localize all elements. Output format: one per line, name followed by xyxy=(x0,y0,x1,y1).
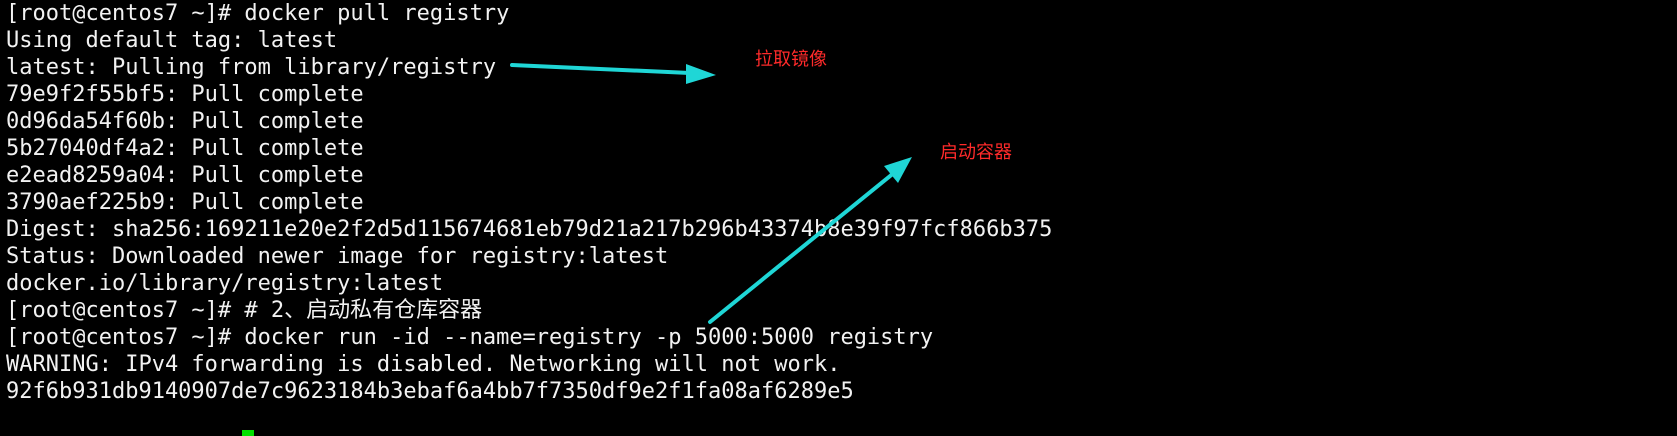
annotation-pull-image: 拉取镜像 xyxy=(755,49,827,70)
terminal-line: [root@centos7 ~]# docker run -id --name=… xyxy=(6,325,934,350)
terminal-line: docker.io/library/registry:latest xyxy=(6,271,444,296)
annotation-start-container: 启动容器 xyxy=(940,142,1012,163)
terminal-line: e2ead8259a04: Pull complete xyxy=(6,163,364,188)
terminal-line: Status: Downloaded newer image for regis… xyxy=(6,244,669,269)
terminal-line: 79e9f2f55bf5: Pull complete xyxy=(6,82,364,107)
terminal-line: latest: Pulling from library/registry xyxy=(6,55,497,80)
terminal-line: Using default tag: latest xyxy=(6,28,338,53)
terminal-line: [root@centos7 ~]# # 2、启动私有仓库容器 xyxy=(6,298,483,323)
terminal-output: [root@centos7 ~]# docker pull registry U… xyxy=(6,0,1052,405)
terminal-line: 0d96da54f60b: Pull complete xyxy=(6,109,364,134)
terminal-line: 5b27040df4a2: Pull complete xyxy=(6,136,364,161)
terminal-line: 92f6b931db9140907de7c9623184b3ebaf6a4bb7… xyxy=(6,379,854,404)
terminal-line: WARNING: IPv4 forwarding is disabled. Ne… xyxy=(6,352,841,377)
terminal-cursor xyxy=(242,430,254,436)
terminal-line: 3790aef225b9: Pull complete xyxy=(6,190,364,215)
terminal-window[interactable]: [root@centos7 ~]# docker pull registry U… xyxy=(0,0,1677,436)
terminal-line: [root@centos7 ~]# docker pull registry xyxy=(6,1,510,26)
terminal-line: Digest: sha256:169211e20e2f2d5d115674681… xyxy=(6,217,1053,242)
